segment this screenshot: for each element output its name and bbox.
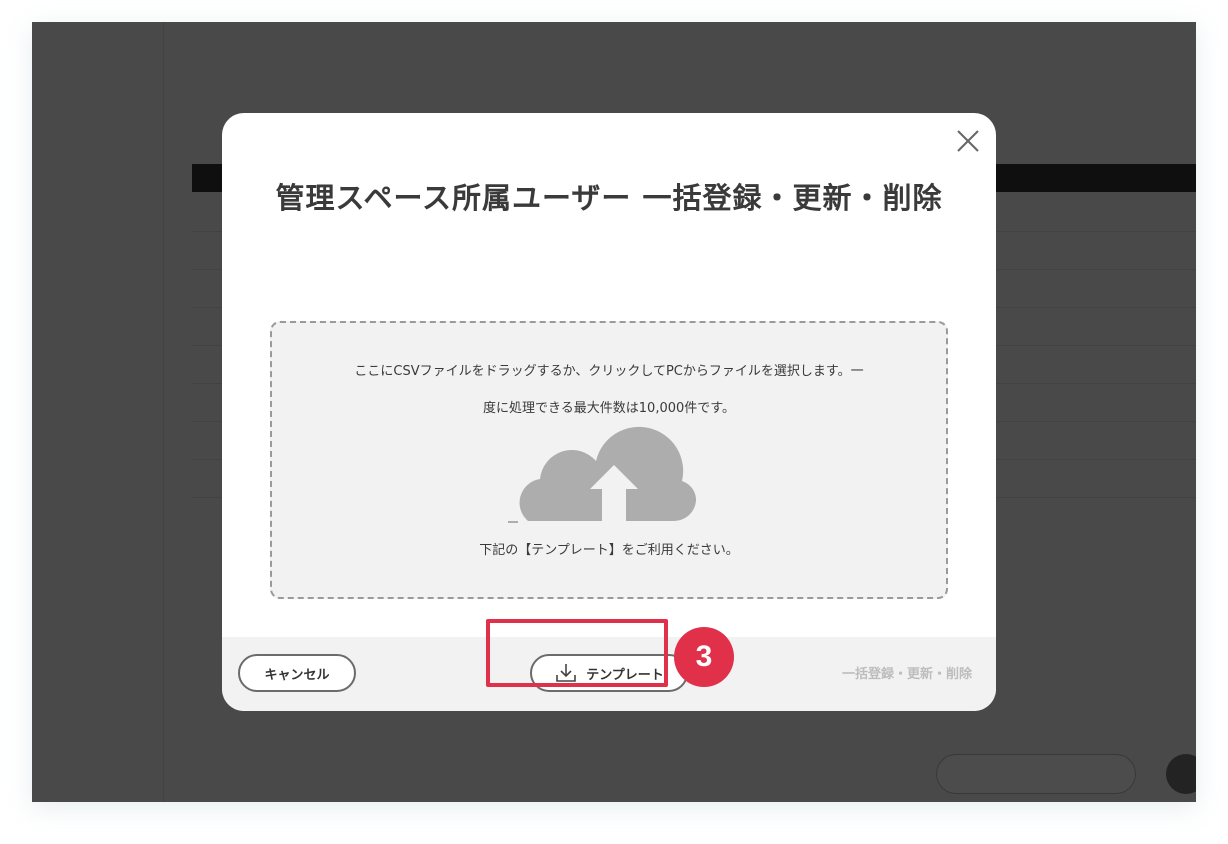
dialog-title: 管理スペース所属ユーザー 一括登録・更新・削除 xyxy=(275,181,943,215)
dropzone-instructions: ここにCSVファイルをドラッグするか、クリックしてPCからファイルを選択します。… xyxy=(354,364,864,416)
cloud-upload-icon xyxy=(504,426,704,525)
cancel-button[interactable]: キャンセル xyxy=(238,654,356,692)
highlight-frame xyxy=(486,619,668,687)
close-button[interactable] xyxy=(954,127,982,155)
close-icon xyxy=(957,130,979,152)
csv-dropzone[interactable]: ここにCSVファイルをドラッグするか、クリックしてPCからファイルを選択します。… xyxy=(270,321,948,599)
bulk-submit-button[interactable]: 一括登録・更新・削除 xyxy=(842,663,972,682)
template-hint: 下記の【テンプレート】をご利用ください。 xyxy=(479,543,739,558)
step-number-badge: 3 xyxy=(674,627,734,687)
